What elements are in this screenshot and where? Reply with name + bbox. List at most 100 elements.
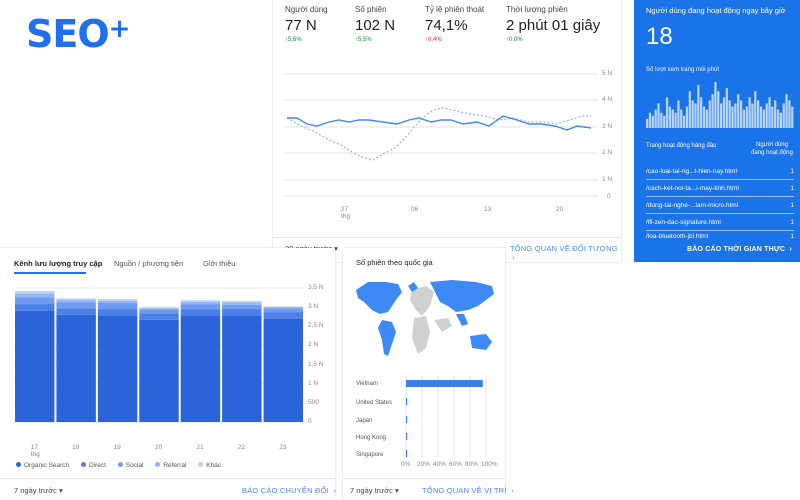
- stacked-bar-segment[interactable]: [180, 304, 221, 310]
- pageview-bar: [754, 91, 757, 128]
- stacked-bar-segment[interactable]: [56, 298, 96, 300]
- metric-label: Số phiên: [355, 5, 387, 14]
- stacked-bar-segment[interactable]: [263, 312, 303, 319]
- legend-item: Social: [117, 462, 144, 469]
- pageview-bar: [774, 100, 777, 128]
- date-range-dropdown[interactable]: 7 ngày trước ▾: [14, 486, 63, 495]
- table-row[interactable]: /cach-ket-noi-ta...i-may-tinh.html 1: [646, 181, 794, 197]
- x-tick-label: 80%: [465, 461, 479, 468]
- x-tick-label: 20: [556, 206, 564, 213]
- stacked-bar-segment[interactable]: [56, 308, 96, 315]
- pageview-bar: [680, 109, 683, 128]
- location-overview-link[interactable]: TỔNG QUAN VỀ VỊ TRÍ ›: [422, 486, 514, 495]
- pageview-bar: [731, 106, 734, 128]
- tab-referrals[interactable]: Giới thiệu: [203, 259, 235, 268]
- date-range-dropdown[interactable]: 7 ngày trước ▾: [350, 486, 399, 495]
- metric-delta: ↑5,5%: [355, 37, 372, 43]
- stacked-bar-segment[interactable]: [263, 307, 303, 309]
- stacked-bar-segment[interactable]: [222, 304, 262, 310]
- pageview-bar: [714, 82, 717, 128]
- stacked-bar-segment[interactable]: [180, 309, 221, 316]
- y-tick-label: 3 N: [308, 303, 319, 311]
- previous-period-line: [286, 107, 591, 161]
- y-tick-label: 1 N: [308, 379, 319, 387]
- stacked-bar-segment[interactable]: [263, 308, 303, 313]
- metric-label: Người dùng: [285, 5, 328, 14]
- table-row[interactable]: /loa-bluetooth-jbl.html 1: [646, 229, 794, 245]
- stacked-bar-segment[interactable]: [15, 291, 55, 294]
- caret-down-icon: ▾: [394, 486, 399, 495]
- pageview-bar: [771, 106, 774, 128]
- stacked-bar-segment[interactable]: [97, 299, 138, 301]
- country-bar[interactable]: [406, 416, 408, 423]
- y-tick-label: 3,5 N: [308, 284, 324, 291]
- stacked-bar-segment[interactable]: [15, 293, 55, 298]
- country-bar[interactable]: [406, 380, 483, 387]
- tab-source-medium[interactable]: Nguồn / phương tiện: [114, 259, 183, 268]
- stacked-bar-segment[interactable]: [222, 302, 262, 305]
- pageview-bar: [759, 106, 763, 128]
- table-row[interactable]: /dung-tai-nghe-...lam-micro.html 1: [646, 198, 794, 214]
- pageview-bar: [782, 103, 785, 128]
- pageview-bar: [720, 103, 723, 128]
- chart-legend: Organic Search Direct Social Referral Kh…: [16, 462, 221, 469]
- pageview-bar: [665, 97, 669, 128]
- metric-bounce-rate[interactable]: Tỷ lệ phiên thoát 74,1% ↑0,4%: [425, 0, 484, 43]
- x-tick-label: 17: [30, 444, 38, 451]
- stacked-bar-segment[interactable]: [222, 309, 262, 316]
- pageview-bar: [762, 109, 765, 128]
- pageview-bar: [648, 112, 652, 128]
- stacked-bar-segment[interactable]: [97, 315, 138, 422]
- x-tick-label: 23: [279, 444, 287, 451]
- stacked-bar-segment[interactable]: [56, 302, 96, 309]
- stacked-bar-segment[interactable]: [56, 314, 96, 422]
- realtime-card: Người dùng đang hoạt động ngay bây giờ 1…: [634, 0, 800, 262]
- chart-gridlines: [285, 73, 598, 197]
- stacked-bar-segment[interactable]: [15, 310, 55, 422]
- country-bar[interactable]: [406, 433, 408, 440]
- metric-value: 102 N: [355, 17, 396, 34]
- country-share-bar-chart: [405, 375, 487, 457]
- stacked-bar-segment[interactable]: [180, 315, 221, 422]
- pageview-bar: [694, 103, 697, 128]
- y-tick-label: 3 N: [602, 123, 613, 130]
- metric-session-duration[interactable]: Thời lượng phiên 2 phút 01 giây ↑0,0%: [506, 0, 600, 43]
- realtime-report-link[interactable]: BÁO CÁO THỜI GIAN THỰC ›: [687, 246, 792, 253]
- pageview-bar: [646, 118, 649, 128]
- pageviews-per-minute-chart: [646, 82, 794, 128]
- stacked-bar-segment[interactable]: [263, 318, 303, 422]
- stacked-bar-segment[interactable]: [97, 302, 138, 310]
- stacked-bar-segment[interactable]: [139, 307, 179, 309]
- stacked-bar-segment[interactable]: [263, 306, 303, 308]
- pageview-bar: [788, 100, 791, 128]
- y-tick-label: 2 N: [308, 341, 319, 349]
- x-tick-label: 27: [341, 206, 349, 213]
- audience-overview-link[interactable]: TỔNG QUAN VỀ ĐỐI TƯỢNG ›: [510, 244, 621, 262]
- stacked-bar-segment[interactable]: [15, 297, 55, 305]
- pageview-bar: [722, 97, 726, 128]
- metric-sessions[interactable]: Số phiên 102 N ↑5,5%: [355, 0, 395, 43]
- table-row[interactable]: /cao-loai-tai-ng...t-hien-nay.html 1: [646, 164, 794, 180]
- pageview-bar: [742, 109, 746, 128]
- country-bar[interactable]: [406, 450, 408, 457]
- stacked-bar-segment[interactable]: [180, 301, 221, 305]
- pageview-bar: [651, 115, 654, 128]
- stacked-bar-segment[interactable]: [180, 300, 221, 302]
- metric-users[interactable]: Người dùng 77 N ↑5,6%: [285, 0, 328, 43]
- pageview-bar: [725, 88, 728, 128]
- stacked-bar-segment[interactable]: [97, 309, 138, 316]
- stacked-bar-segment[interactable]: [97, 300, 138, 303]
- conversion-report-link[interactable]: BÁO CÁO CHUYỂN ĐỔI ›: [242, 486, 336, 495]
- tab-channels[interactable]: Kênh lưu lượng truy cập: [14, 259, 102, 268]
- stacked-bar-segment[interactable]: [139, 308, 179, 310]
- stacked-bar-segment[interactable]: [15, 304, 55, 311]
- stacked-bar-segment[interactable]: [222, 301, 262, 303]
- stacked-bar-segment[interactable]: [139, 309, 179, 314]
- country-bar[interactable]: [406, 398, 408, 405]
- stacked-bar-segment[interactable]: [139, 313, 179, 320]
- stacked-bar-segment[interactable]: [139, 319, 179, 422]
- stacked-bar-segment[interactable]: [222, 315, 262, 422]
- stacked-bar-segment[interactable]: [56, 299, 96, 303]
- pageview-bar: [663, 115, 666, 128]
- legend-swatch: [80, 462, 86, 467]
